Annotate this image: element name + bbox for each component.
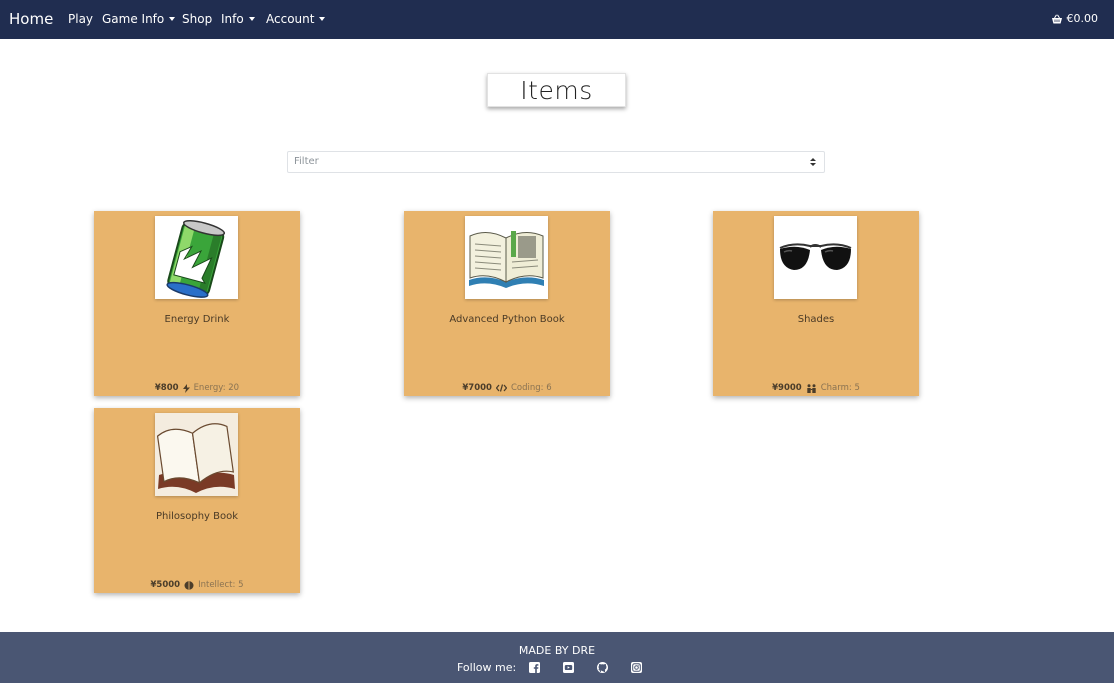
caret-down-icon: [248, 16, 255, 21]
item-name: Advanced Python Book: [449, 314, 565, 325]
item-footer: ¥9000 Charm: 5: [713, 383, 919, 393]
follow-label: Follow me:: [457, 661, 517, 674]
philosophy-book-image: [155, 413, 238, 496]
code-icon: [495, 384, 507, 392]
social-links: Follow me:: [457, 661, 643, 674]
item-name: Shades: [797, 314, 835, 325]
nav-info-label: Info: [221, 12, 244, 26]
item-stat: Coding: 6: [510, 383, 552, 393]
item-card-advanced-python-book[interactable]: Advanced Python Book ¥7000 Coding: 6: [404, 211, 610, 396]
item-price: ¥7000: [462, 383, 492, 393]
python-book-image: [465, 216, 548, 299]
item-footer: ¥5000 Intellect: 5: [94, 580, 300, 590]
made-by-text: MADE BY DRE: [518, 644, 596, 657]
navbar: Home Play Game Info Shop Info Account €0…: [0, 0, 1114, 39]
item-card-energy-drink[interactable]: Energy Drink ¥800 Energy: 20: [94, 211, 300, 396]
basket-icon: [1051, 14, 1062, 23]
filter-select[interactable]: Filter: [287, 151, 825, 173]
caret-down-icon: [319, 16, 326, 21]
nav-account-dropdown[interactable]: Account: [266, 12, 326, 26]
item-stat: Intellect: 5: [198, 580, 244, 590]
bolt-icon: [182, 383, 190, 393]
item-stat: Charm: 5: [820, 383, 860, 393]
item-price: ¥800: [154, 383, 179, 393]
item-price: ¥9000: [772, 383, 802, 393]
nav-game-info-label: Game Info: [102, 12, 165, 26]
energy-drink-image: [155, 216, 238, 299]
instagram-icon[interactable]: [631, 662, 643, 673]
filter-placeholder: Filter: [294, 156, 319, 167]
caret-down-icon: [169, 16, 176, 21]
nav-home-link[interactable]: Home: [9, 10, 53, 28]
nav-account-label: Account: [266, 12, 315, 26]
item-footer: ¥7000 Coding: 6: [404, 383, 610, 393]
nav-play-link[interactable]: Play: [68, 12, 93, 26]
item-price: ¥5000: [150, 580, 181, 590]
nav-info-dropdown[interactable]: Info: [221, 12, 255, 26]
item-card-philosophy-book[interactable]: Philosophy Book ¥5000 Intellect: 5: [94, 408, 300, 593]
item-name: Energy Drink: [164, 314, 230, 325]
select-arrows-icon: [810, 158, 816, 166]
brain-icon: [184, 580, 194, 590]
nav-game-info-dropdown[interactable]: Game Info: [102, 12, 176, 26]
item-name: Philosophy Book: [155, 511, 239, 522]
item-card-shades[interactable]: Shades ¥9000 Charm: 5: [713, 211, 919, 396]
github-icon[interactable]: [597, 662, 609, 673]
shades-image: [774, 216, 857, 299]
cart-total: €0.00: [1066, 12, 1099, 25]
people-icon: [807, 383, 816, 393]
facebook-icon[interactable]: [529, 662, 541, 673]
page-title: Items: [487, 73, 626, 107]
youtube-icon[interactable]: [563, 662, 575, 673]
nav-shop-link[interactable]: Shop: [182, 12, 212, 26]
item-stat: Energy: 20: [193, 383, 240, 393]
footer: MADE BY DRE Follow me:: [0, 632, 1114, 683]
item-footer: ¥800 Energy: 20: [94, 383, 300, 393]
cart-button[interactable]: €0.00: [1051, 12, 1099, 25]
